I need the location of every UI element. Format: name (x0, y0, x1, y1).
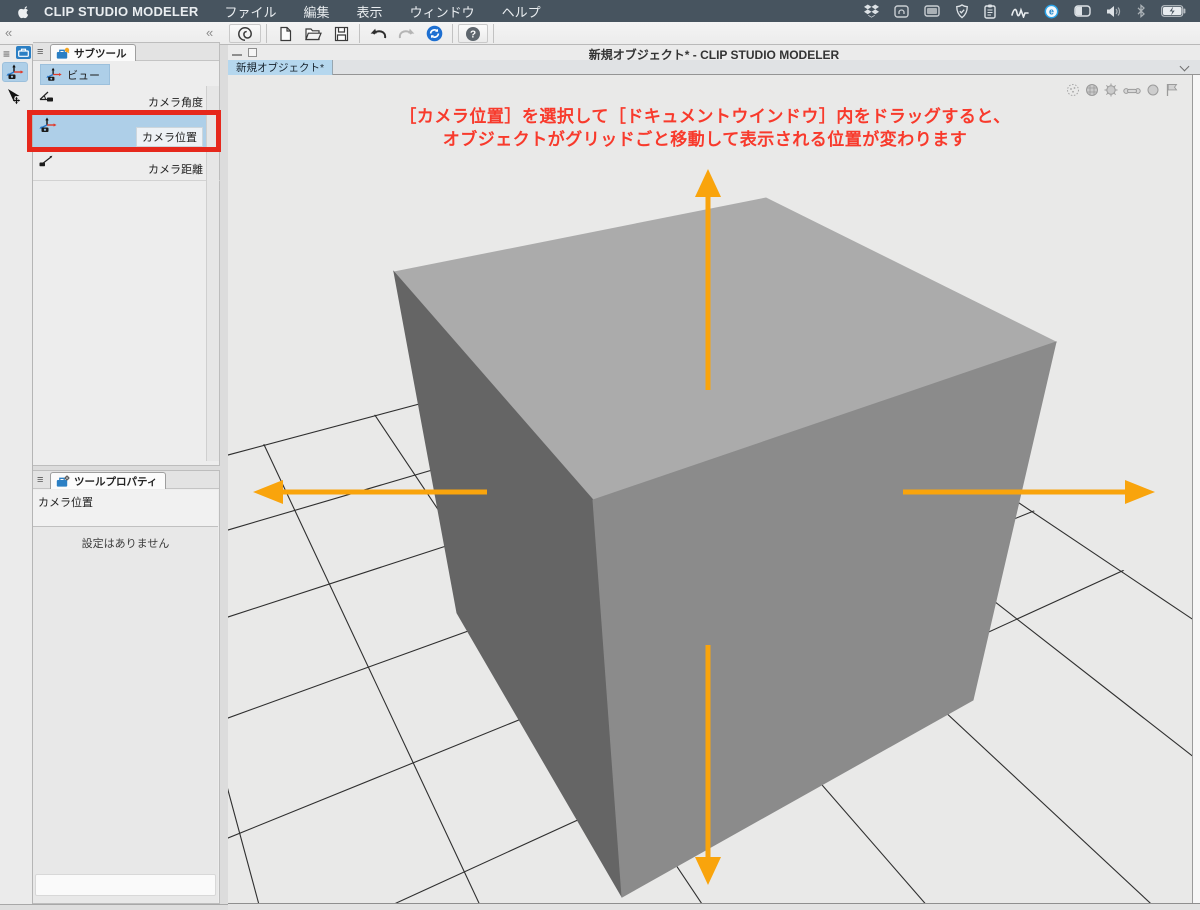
subtool-item-label: カメラ距離 (148, 164, 203, 176)
open-file-button[interactable] (300, 24, 326, 43)
app-window-icon[interactable] (894, 4, 909, 18)
app-window: CLIP STUDIO MODELER ファイル 編集 表示 ウィンドウ ヘルプ (0, 0, 1200, 910)
menu-view[interactable]: 表示 (357, 2, 383, 21)
subtool-item-label: カメラ角度 (148, 97, 203, 109)
tab-list-chevron-icon[interactable] (1179, 61, 1190, 72)
menu-file[interactable]: ファイル (225, 2, 277, 21)
subtool-item-camera-distance[interactable]: カメラ距離 (33, 150, 220, 181)
toolbar-separator (359, 24, 360, 43)
clip-studio-logo-button[interactable] (229, 24, 261, 43)
redo-button[interactable] (393, 24, 419, 43)
sphere-icon[interactable] (1146, 83, 1160, 102)
camera-angle-icon (38, 89, 55, 109)
annotation-line-1: ［カメラ位置］を選択して［ドキュメントウインドウ］内をドラッグすると、 (399, 107, 1011, 126)
svg-text:e: e (1049, 6, 1054, 16)
camera-axes-icon (46, 67, 62, 81)
status-strip (0, 904, 228, 910)
toolbar-separator (452, 24, 453, 43)
tool-property-menu-icon[interactable]: ≡ (37, 474, 43, 486)
toolbox-gear-icon (56, 474, 70, 487)
camera-move-tool[interactable] (2, 62, 28, 82)
new-document-button[interactable] (272, 24, 298, 43)
display-icon[interactable] (924, 5, 940, 17)
annotation-line-2: オブジェクトがグリッドごと移動して表示される位置が変わります (442, 130, 968, 149)
help-button[interactable]: ? (458, 24, 488, 43)
viewport-display-toggles (1066, 83, 1178, 102)
mesh-sphere-icon[interactable] (1085, 83, 1099, 102)
undo-button[interactable] (365, 24, 391, 43)
viewport-3d[interactable]: ［カメラ位置］を選択して［ドキュメントウインドウ］内をドラッグすると、 オブジェ… (208, 75, 1200, 910)
dropbox-icon[interactable] (864, 4, 879, 18)
tool-property-header: ≡ ツールプロパティ (33, 471, 219, 489)
object-move-tool[interactable] (2, 87, 28, 107)
tool-property-panel: ≡ ツールプロパティ カメラ位置 設定はありません (33, 470, 220, 904)
clipboard-icon[interactable] (984, 4, 996, 19)
left-tool-rail: ≡ (0, 45, 33, 904)
menu-window[interactable]: ウィンドウ (410, 2, 475, 21)
shield-check-icon[interactable] (955, 3, 969, 19)
toolbox-icon[interactable] (16, 46, 31, 59)
svg-text:?: ? (470, 29, 476, 40)
document-tab-bar: 新規オブジェクト* (228, 60, 1200, 75)
viewport-scene (208, 75, 1200, 910)
macos-menu-bar: CLIP STUDIO MODELER ファイル 編集 表示 ウィンドウ ヘルプ (0, 0, 1200, 22)
vertical-scrollbar[interactable] (1192, 75, 1200, 903)
subtool-panel-tab[interactable]: サブツール (50, 44, 136, 61)
subtool-group-view[interactable]: ビュー (40, 64, 110, 85)
highlight-red-box (27, 110, 221, 152)
horizontal-scrollbar[interactable] (228, 903, 1200, 910)
menu-help[interactable]: ヘルプ (502, 2, 541, 21)
sync-refresh-button[interactable] (421, 24, 447, 43)
tool-property-scrollbar[interactable] (35, 874, 216, 896)
save-button[interactable] (328, 24, 354, 43)
subtool-menu-icon[interactable]: ≡ (37, 46, 43, 58)
subtool-group-label: ビュー (67, 69, 100, 82)
volume-icon[interactable] (1106, 5, 1121, 18)
tool-property-title: ツールプロパティ (74, 475, 158, 488)
stipple-sphere-icon[interactable] (1066, 83, 1080, 102)
menu-edit[interactable]: 編集 (304, 2, 330, 21)
toolbox-key-icon (56, 47, 70, 59)
document-tab[interactable]: 新規オブジェクト* (228, 60, 334, 75)
tool-property-body (33, 527, 218, 903)
bone-icon[interactable] (1123, 84, 1141, 102)
toolbar-separator (266, 24, 267, 43)
flag-icon[interactable] (1165, 83, 1178, 102)
battery-charging-icon[interactable] (1161, 5, 1186, 17)
subtool-panel-title: サブツール (74, 47, 127, 60)
document-title-bar: 新規オブジェクト* - CLIP STUDIO MODELER (228, 45, 1200, 62)
menu-app-name[interactable]: CLIP STUDIO MODELER (44, 4, 199, 19)
sidecar-icon[interactable] (1074, 5, 1091, 17)
annotation-text: ［カメラ位置］を選択して［ドキュメントウインドウ］内をドラッグすると、 オブジェ… (228, 105, 1182, 151)
subtool-panel-header: ≡ サブツール (33, 43, 219, 61)
collapse-left-rail-button[interactable]: « (5, 25, 12, 41)
edge-e-icon[interactable]: e (1044, 4, 1059, 19)
signature-a-icon[interactable] (1011, 5, 1029, 18)
tool-property-tool-name: カメラ位置 (33, 490, 218, 527)
subtool-panel: ≡ サブツール ビュー カメラ角度 カメラ位置 カメラ距離 (33, 42, 220, 466)
bluetooth-icon[interactable] (1136, 4, 1146, 18)
collapse-panel-button[interactable]: « (206, 25, 213, 41)
tool-property-empty-message: 設定はありません (33, 527, 218, 551)
tool-property-tab[interactable]: ツールプロパティ (50, 472, 167, 489)
camera-distance-icon (38, 153, 55, 173)
sun-sphere-icon[interactable] (1104, 83, 1118, 102)
toolbar-separator (493, 24, 494, 43)
rail-menu-icon[interactable]: ≡ (3, 47, 10, 61)
apple-menu-icon[interactable] (16, 4, 30, 19)
